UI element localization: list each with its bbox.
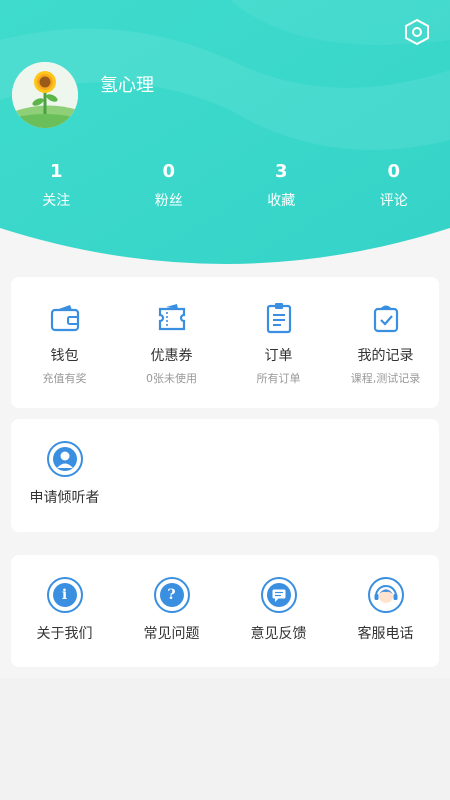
coupon-item[interactable]: 优惠券 0张未使用 (118, 301, 225, 386)
help-label: 客服电话 (357, 626, 414, 642)
stat-value: 0 (387, 161, 401, 182)
stat-comments[interactable]: 0 评论 (338, 160, 450, 210)
service-subtitle: 课程,测试记录 (350, 372, 421, 385)
service-subtitle: 所有订单 (256, 372, 301, 385)
record-bag-icon (369, 301, 403, 335)
settings-icon[interactable] (404, 18, 430, 46)
help-label: 意见反馈 (250, 626, 307, 642)
service-title: 订单 (264, 348, 293, 364)
info-icon: i (46, 577, 83, 613)
profile-header: 氢心理 1 关注 0 粉丝 3 收藏 0 评论 (0, 0, 450, 270)
stat-label: 关注 (42, 193, 71, 209)
records-item[interactable]: 我的记录 课程,测试记录 (332, 301, 439, 386)
coupon-icon (155, 301, 189, 335)
help-label: 常见问题 (143, 626, 200, 642)
services-card: 钱包 充值有奖 优惠券 0张未使用 订单 所有订单 我的记录 课程,测试记录 (11, 277, 439, 408)
stat-label: 评论 (379, 193, 408, 209)
listener-label: 申请倾听者 (29, 490, 100, 506)
avatar[interactable] (12, 62, 78, 128)
order-icon (262, 301, 296, 335)
customer-service-icon (367, 577, 404, 613)
stat-value: 1 (49, 161, 63, 182)
faq-item[interactable]: ? 常见问题 (118, 577, 225, 643)
help-label: 关于我们 (36, 626, 93, 642)
about-us-item[interactable]: i 关于我们 (11, 577, 118, 643)
page-bottom-area (0, 678, 450, 800)
stat-label: 收藏 (267, 193, 296, 209)
feedback-icon (260, 577, 297, 613)
stats-row: 1 关注 0 粉丝 3 收藏 0 评论 (0, 160, 450, 210)
stat-following[interactable]: 1 关注 (0, 160, 113, 210)
apply-listener-item[interactable]: 申请倾听者 (11, 441, 118, 507)
service-subtitle: 充值有奖 (42, 372, 87, 385)
stat-value: 0 (162, 161, 176, 182)
stat-fans[interactable]: 0 粉丝 (113, 160, 226, 210)
question-icon: ? (153, 577, 190, 613)
service-title: 我的记录 (357, 348, 414, 364)
username: 氢心理 (100, 75, 154, 96)
wallet-item[interactable]: 钱包 充值有奖 (11, 301, 118, 386)
wallet-icon (48, 301, 82, 335)
header-background (0, 0, 450, 264)
listener-card: 申请倾听者 (11, 419, 439, 532)
stat-value: 3 (274, 161, 288, 182)
service-title: 优惠券 (150, 348, 193, 364)
stat-label: 粉丝 (154, 193, 183, 209)
service-subtitle: 0张未使用 (146, 372, 197, 385)
feedback-item[interactable]: 意见反馈 (225, 577, 332, 643)
stat-favorites[interactable]: 3 收藏 (225, 160, 338, 210)
sunflower-icon (12, 62, 78, 128)
service-title: 钱包 (50, 348, 79, 364)
help-card: i 关于我们 ? 常见问题 意见反馈 客服电话 (11, 555, 439, 667)
customer-service-item[interactable]: 客服电话 (332, 577, 439, 643)
listener-person-icon (46, 441, 83, 477)
order-item[interactable]: 订单 所有订单 (225, 301, 332, 386)
